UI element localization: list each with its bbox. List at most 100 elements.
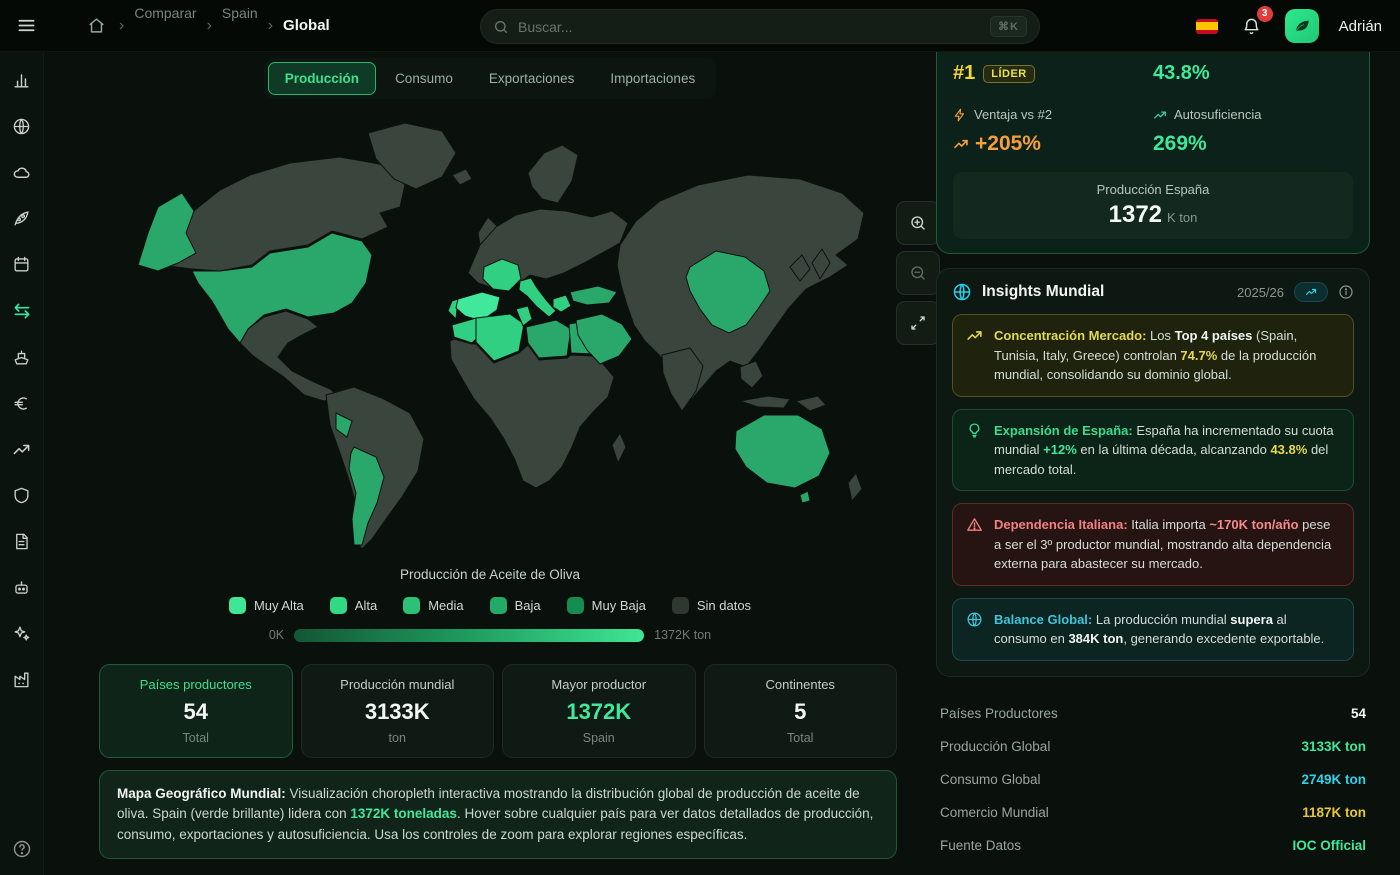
- trend-pill-button[interactable]: [1294, 282, 1328, 302]
- map-title: Producción de Aceite de Oliva: [44, 567, 936, 582]
- lightning-icon: [953, 108, 967, 122]
- summary-cards: Países productores 54 Total Producción m…: [99, 664, 897, 758]
- trending-up-icon: [1153, 108, 1167, 122]
- search-input[interactable]: [518, 19, 981, 35]
- map-description: Mapa Geográfico Mundial: Visualización c…: [99, 770, 897, 859]
- map-country[interactable]: [450, 339, 614, 488]
- language-flag-spain[interactable]: [1196, 19, 1218, 34]
- legend-item: Muy Baja: [567, 597, 646, 614]
- globe-icon[interactable]: [12, 117, 31, 136]
- euro-icon[interactable]: [12, 394, 31, 413]
- map-country[interactable]: [848, 473, 862, 501]
- card-continentes: Continentes 5 Total: [704, 664, 898, 758]
- map-country[interactable]: [796, 396, 826, 411]
- world-choropleth-map: [100, 115, 900, 555]
- insight-concentracion: Concentración Mercado: Los Top 4 países …: [952, 314, 1354, 397]
- stat-row: Producción Global 3133K ton: [936, 730, 1370, 763]
- bell-icon: [1242, 17, 1261, 36]
- breadcrumb: › Comparar › Spain › Global: [84, 13, 330, 38]
- trending-up-icon[interactable]: [12, 440, 31, 459]
- help-icon[interactable]: [12, 839, 32, 859]
- shield-icon[interactable]: [12, 486, 31, 505]
- insights-card: Insights Mundial 2025/26 Concentración M…: [936, 268, 1370, 677]
- zoom-out-button[interactable]: [896, 251, 940, 295]
- map-legend: Muy Alta Alta Media Baja Muy Baja Sin da…: [44, 597, 936, 614]
- map-country[interactable]: [570, 286, 617, 305]
- top-navbar: › Comparar › Spain › Global ⌘K 3 Adrián: [0, 0, 1400, 52]
- compare-arrows-icon[interactable]: [12, 301, 32, 321]
- production-label: Producción España: [963, 182, 1343, 197]
- map-country[interactable]: [528, 145, 578, 203]
- info-icon[interactable]: [1338, 284, 1354, 300]
- selfsuff-value: 269%: [1153, 132, 1353, 156]
- document-icon[interactable]: [12, 532, 31, 551]
- legend-item: Media: [403, 597, 463, 614]
- fullscreen-button[interactable]: [896, 301, 940, 345]
- trending-up-icon: [966, 326, 984, 385]
- trending-up-icon: [953, 136, 969, 152]
- breadcrumb-spain[interactable]: Spain: [222, 5, 258, 21]
- map-country[interactable]: [452, 169, 472, 185]
- avatar[interactable]: [1285, 9, 1319, 43]
- map-country[interactable]: [740, 396, 790, 408]
- globe-icon: [952, 282, 972, 302]
- selfsuff-label-row: Autosuficiencia: [1153, 107, 1353, 122]
- notifications-button[interactable]: 3: [1238, 13, 1265, 40]
- production-value: 1372K ton: [963, 201, 1343, 229]
- tab-importaciones[interactable]: Importaciones: [593, 62, 712, 95]
- advantage-value: +205%: [953, 132, 1153, 156]
- scale-max: 1372K ton: [654, 628, 711, 642]
- market-share-value: 43.8%: [1153, 62, 1353, 85]
- olive-branch-icon[interactable]: [12, 209, 31, 228]
- scale-min: 0K: [269, 628, 284, 642]
- sparkles-icon[interactable]: [12, 624, 31, 643]
- breadcrumb-current: Global: [283, 17, 330, 34]
- warning-icon: [966, 515, 984, 574]
- insight-balance: Balance Global: La producción mundial su…: [952, 598, 1354, 661]
- robot-icon[interactable]: [12, 578, 31, 597]
- legend-swatch: [403, 597, 420, 614]
- globe-icon: [966, 610, 984, 649]
- legend-item: Muy Alta: [229, 597, 304, 614]
- tab-produccion[interactable]: Producción: [268, 62, 376, 95]
- bar-chart-icon[interactable]: [12, 71, 31, 90]
- stat-row: Consumo Global 2749K ton: [936, 763, 1370, 796]
- leaf-icon: [1293, 17, 1311, 35]
- breadcrumb-comparar[interactable]: Comparar: [134, 5, 196, 21]
- menu-icon[interactable]: [13, 12, 40, 39]
- map-country[interactable]: [553, 295, 571, 312]
- tab-consumo[interactable]: Consumo: [378, 62, 470, 95]
- calendar-icon[interactable]: [12, 255, 31, 274]
- cloud-icon[interactable]: [12, 163, 31, 182]
- chevron-right-icon: ›: [119, 17, 124, 35]
- metric-tabs: Producción Consumo Exportaciones Importa…: [264, 58, 716, 99]
- legend-swatch: [567, 597, 584, 614]
- color-scale: 0K 1372K ton: [44, 628, 936, 642]
- production-unit: K ton: [1167, 210, 1197, 225]
- scale-gradient-bar: [294, 629, 644, 642]
- leader-card: #1 LÍDER 43.8% Ventaja vs #2 Autosuficie…: [936, 52, 1370, 254]
- map-country[interactable]: [800, 491, 810, 503]
- map-country[interactable]: [240, 311, 340, 401]
- card-mayor-productor: Mayor productor 1372K Spain: [502, 664, 696, 758]
- card-paises-productores: Países productores 54 Total: [99, 664, 293, 758]
- right-panel: #1 LÍDER 43.8% Ventaja vs #2 Autosuficie…: [936, 52, 1370, 875]
- search-bar[interactable]: ⌘K: [480, 9, 1040, 44]
- factory-icon[interactable]: [12, 670, 31, 689]
- map-country[interactable]: [612, 433, 626, 463]
- ship-icon[interactable]: [12, 348, 31, 367]
- user-name: Adrián: [1339, 18, 1382, 35]
- stat-row: Fuente Datos IOC Official: [936, 829, 1370, 862]
- home-icon[interactable]: [84, 13, 109, 38]
- keyboard-shortcut-badge: ⌘K: [990, 16, 1027, 37]
- zoom-in-button[interactable]: [896, 201, 940, 245]
- advantage-label-row: Ventaja vs #2: [953, 107, 1153, 122]
- card-produccion-mundial: Producción mundial 3133K ton: [301, 664, 495, 758]
- tab-exportaciones[interactable]: Exportaciones: [472, 62, 592, 95]
- map-country[interactable]: [735, 415, 830, 488]
- insights-period: 2025/26: [1237, 285, 1284, 300]
- map-country[interactable]: [662, 348, 703, 411]
- legend-item: Baja: [490, 597, 541, 614]
- legend-swatch: [330, 597, 347, 614]
- stat-row: Comercio Mundial 1187K ton: [936, 796, 1370, 829]
